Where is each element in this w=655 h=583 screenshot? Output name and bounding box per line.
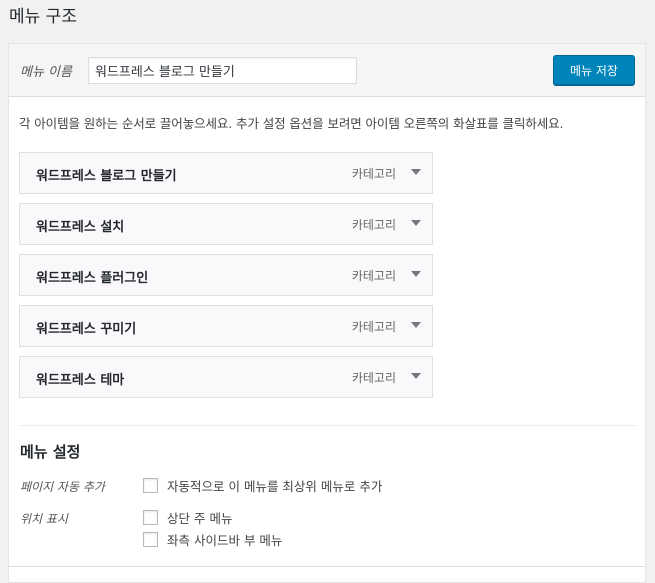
menu-item[interactable]: 워드프레스 설치 카테고리: [19, 203, 433, 245]
location-primary-label: 상단 주 메뉴: [167, 511, 233, 526]
dropdown-arrow-icon[interactable]: [410, 167, 422, 179]
menu-item-title: 워드프레스 설치: [36, 220, 125, 235]
drag-instructions: 각 아이템을 원하는 순서로 끌어놓으세요. 추가 설정 옵션을 보려면 아이템…: [19, 116, 564, 131]
menu-item-type: 카테고리: [351, 320, 396, 334]
dropdown-arrow-icon[interactable]: [410, 320, 422, 332]
menu-item[interactable]: 워드프레스 테마 카테고리: [19, 356, 433, 398]
location-primary-checkbox[interactable]: [143, 510, 158, 525]
save-menu-button[interactable]: 메뉴 저장: [553, 55, 635, 85]
menu-item[interactable]: 워드프레스 플러그인 카테고리: [19, 254, 433, 296]
menu-item-title: 워드프레스 플러그인: [36, 271, 149, 286]
menu-item-title: 워드프레스 블로그 만들기: [36, 169, 177, 184]
menu-item-title: 워드프레스 테마: [36, 373, 125, 388]
auto-add-pages-checkbox[interactable]: [143, 478, 158, 493]
panel-footer-divider: [9, 566, 645, 567]
location-sidebar-option[interactable]: 좌측 사이드바 부 메뉴: [143, 530, 282, 549]
menu-item-type: 카테고리: [351, 218, 396, 232]
location-sidebar-checkbox[interactable]: [143, 532, 158, 547]
menu-item-type: 카테고리: [351, 167, 396, 181]
menu-item-title: 워드프레스 꾸미기: [36, 322, 137, 337]
auto-add-pages-option[interactable]: 자동적으로 이 메뉴를 최상위 메뉴로 추가: [143, 476, 382, 495]
menu-name-label: 메뉴 이름: [20, 65, 72, 80]
location-primary-option[interactable]: 상단 주 메뉴: [143, 508, 232, 527]
menu-item[interactable]: 워드프레스 꾸미기 카테고리: [19, 305, 433, 347]
dropdown-arrow-icon[interactable]: [410, 218, 422, 230]
section-divider: [19, 425, 637, 426]
menu-header: 메뉴 이름 메뉴 저장: [9, 44, 645, 97]
dropdown-arrow-icon[interactable]: [410, 371, 422, 383]
menu-item-list: 워드프레스 블로그 만들기 카테고리 워드프레스 설치 카테고리 워드프레스 플…: [19, 152, 433, 407]
menu-settings-title: 메뉴 설정: [20, 443, 81, 461]
auto-add-pages-option-label: 자동적으로 이 메뉴를 최상위 메뉴로 추가: [167, 479, 383, 494]
menu-item[interactable]: 워드프레스 블로그 만들기 카테고리: [19, 152, 433, 194]
menu-item-type: 카테고리: [351, 371, 396, 385]
menu-structure-panel: 메뉴 이름 메뉴 저장 각 아이템을 원하는 순서로 끌어놓으세요. 추가 설정…: [8, 43, 646, 583]
display-location-label: 위치 표시: [20, 512, 68, 526]
menu-item-type: 카테고리: [351, 269, 396, 283]
page-title: 메뉴 구조: [9, 7, 77, 27]
location-sidebar-label: 좌측 사이드바 부 메뉴: [167, 533, 283, 548]
dropdown-arrow-icon[interactable]: [410, 269, 422, 281]
auto-add-pages-label: 페이지 자동 추가: [20, 480, 105, 494]
menu-name-input[interactable]: [88, 57, 357, 84]
